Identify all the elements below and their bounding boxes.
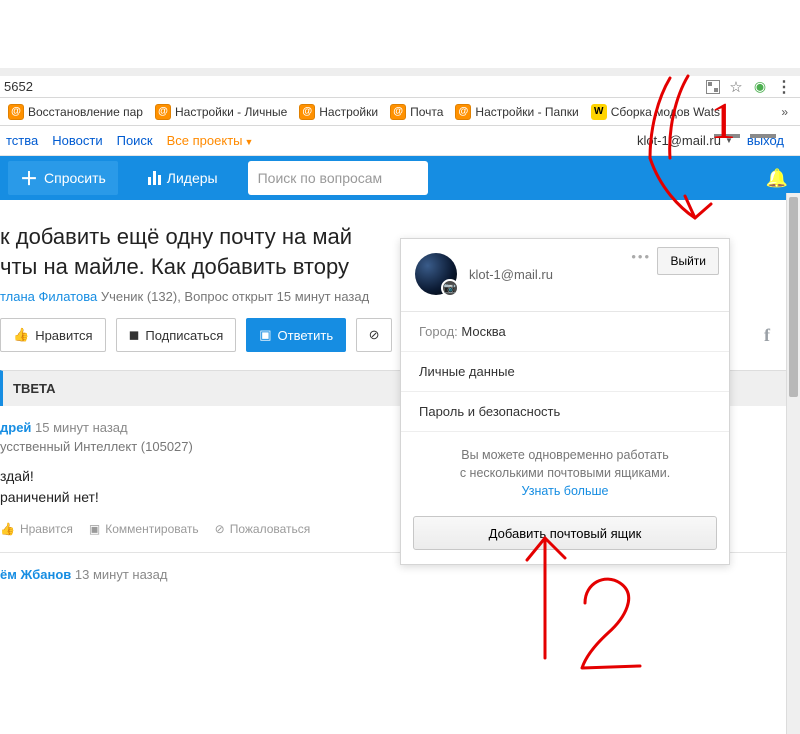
comment-icon: ▣ xyxy=(89,522,100,536)
leaders-button[interactable]: Лидеры xyxy=(136,161,230,195)
browser-address-bar: 5652 xyxy=(0,68,800,98)
speech-icon: ▣ xyxy=(259,327,271,343)
scrollbar-thumb[interactable] xyxy=(789,197,798,397)
dropdown-info: Вы можете одновременно работать с нескол… xyxy=(401,432,729,510)
nav-all-projects[interactable]: Все проекты▼ xyxy=(167,133,254,148)
at-icon xyxy=(155,104,171,120)
dropdown-security-row[interactable]: Пароль и безопасность xyxy=(401,392,729,432)
bookmark-star-icon[interactable] xyxy=(728,79,744,95)
bookmark-label: Настройки - Папки xyxy=(475,105,578,119)
city-label: Город: xyxy=(419,324,458,339)
bookmark-item[interactable]: W Сборка модов Wats xyxy=(587,102,724,122)
user-dropdown-panel: 📷 klot-1@mail.ru ••• Выйти Город: Москва… xyxy=(400,238,730,565)
search-wrap xyxy=(248,161,428,195)
learn-more-link[interactable]: Узнать больше xyxy=(522,484,609,498)
avatar[interactable]: 📷 xyxy=(415,253,457,295)
service-header-bar: Спросить Лидеры xyxy=(0,156,800,200)
plus-icon xyxy=(20,165,38,191)
city-value: Москва xyxy=(461,324,505,339)
at-icon xyxy=(455,104,471,120)
nav-link[interactable]: Поиск xyxy=(117,133,153,148)
bookmark-label: Почта xyxy=(410,105,443,119)
more-dots-icon[interactable]: ••• xyxy=(631,249,651,264)
thumb-up-icon: 👍 xyxy=(13,327,29,343)
logout-button[interactable]: Выйти xyxy=(657,247,719,275)
block-icon: ⊘ xyxy=(215,522,225,536)
search-input[interactable] xyxy=(258,170,418,186)
bookmarks-bar: Восстановление пар Настройки - Личные На… xyxy=(0,98,800,126)
block-button[interactable]: ⊘ xyxy=(356,318,392,352)
answer-report[interactable]: ⊘Пожаловаться xyxy=(215,522,311,536)
user-email-dropdown[interactable]: klot-1@mail.ru ▼ xyxy=(637,133,733,148)
ask-button[interactable]: Спросить xyxy=(8,161,118,195)
question-status: Ученик (132), Вопрос открыт 15 минут наз… xyxy=(101,289,369,304)
answer-author-link[interactable]: дрей xyxy=(0,420,31,435)
qr-icon[interactable] xyxy=(706,80,720,94)
like-button[interactable]: 👍 Нравится xyxy=(0,318,106,352)
chrome-menu-icon[interactable] xyxy=(776,79,792,95)
w-icon: W xyxy=(591,104,607,120)
caret-down-icon: ▼ xyxy=(725,136,733,145)
at-icon xyxy=(390,104,406,120)
like-label: Нравится xyxy=(35,328,92,343)
bars-icon xyxy=(148,171,161,185)
block-icon: ⊘ xyxy=(369,327,380,343)
bookmark-item[interactable]: Почта xyxy=(386,102,447,122)
nav-link[interactable]: Новости xyxy=(52,133,102,148)
bookmark-label: Настройки xyxy=(319,105,378,119)
bookmark-label: Настройки - Личные xyxy=(175,105,287,119)
dropdown-city-row[interactable]: Город: Москва xyxy=(401,312,729,352)
bookmark-item[interactable]: Восстановление пар xyxy=(4,102,147,122)
bookmark-icon: ◼ xyxy=(129,327,140,343)
dropdown-header: 📷 klot-1@mail.ru ••• Выйти xyxy=(401,239,729,312)
bookmarks-overflow-icon[interactable]: » xyxy=(781,105,788,119)
bookmark-item[interactable]: Настройки - Личные xyxy=(151,102,291,122)
dropdown-email: klot-1@mail.ru xyxy=(469,267,553,282)
subscribe-label: Подписаться xyxy=(145,328,223,343)
camera-icon[interactable]: 📷 xyxy=(441,279,459,297)
scrollbar[interactable] xyxy=(786,193,800,734)
bookmark-item[interactable]: Настройки - Папки xyxy=(451,102,582,122)
leaders-label: Лидеры xyxy=(167,170,218,186)
answer-button[interactable]: ▣ Ответить xyxy=(246,318,346,352)
nav-label: Все проекты xyxy=(167,133,243,148)
at-icon xyxy=(299,104,315,120)
answer-like[interactable]: 👍Нравится xyxy=(0,522,73,536)
bookmark-item[interactable]: Настройки xyxy=(295,102,382,122)
facebook-icon[interactable]: f xyxy=(754,322,780,348)
question-author-link[interactable]: тлана Филатова xyxy=(0,289,97,304)
ask-label: Спросить xyxy=(44,170,106,186)
bookmark-label: Сборка модов Wats xyxy=(611,105,720,119)
answer-author-link[interactable]: ём Жбанов xyxy=(0,567,71,582)
nav-link[interactable]: тства xyxy=(6,133,38,148)
thumb-up-icon: 👍 xyxy=(0,522,15,536)
dropdown-personal-row[interactable]: Личные данные xyxy=(401,352,729,392)
bookmark-label: Восстановление пар xyxy=(28,105,143,119)
add-mailbox-button[interactable]: Добавить почтовый ящик xyxy=(413,516,717,550)
at-icon xyxy=(8,104,24,120)
subscribe-button[interactable]: ◼ Подписаться xyxy=(116,318,237,352)
bell-icon[interactable] xyxy=(766,168,788,189)
answer-time: 13 минут назад xyxy=(75,567,168,582)
page-top-nav: тства Новости Поиск Все проекты▼ klot-1@… xyxy=(0,126,800,156)
shield-icon[interactable] xyxy=(752,79,768,95)
answer-label: Ответить xyxy=(278,328,334,343)
url-fragment[interactable]: 5652 xyxy=(0,76,560,97)
answer-comment[interactable]: ▣Комментировать xyxy=(89,522,199,536)
caret-down-icon: ▼ xyxy=(245,137,254,147)
user-email-text: klot-1@mail.ru xyxy=(637,133,721,148)
answer-time: 15 минут назад xyxy=(35,420,128,435)
logout-link[interactable]: выход xyxy=(747,133,784,148)
